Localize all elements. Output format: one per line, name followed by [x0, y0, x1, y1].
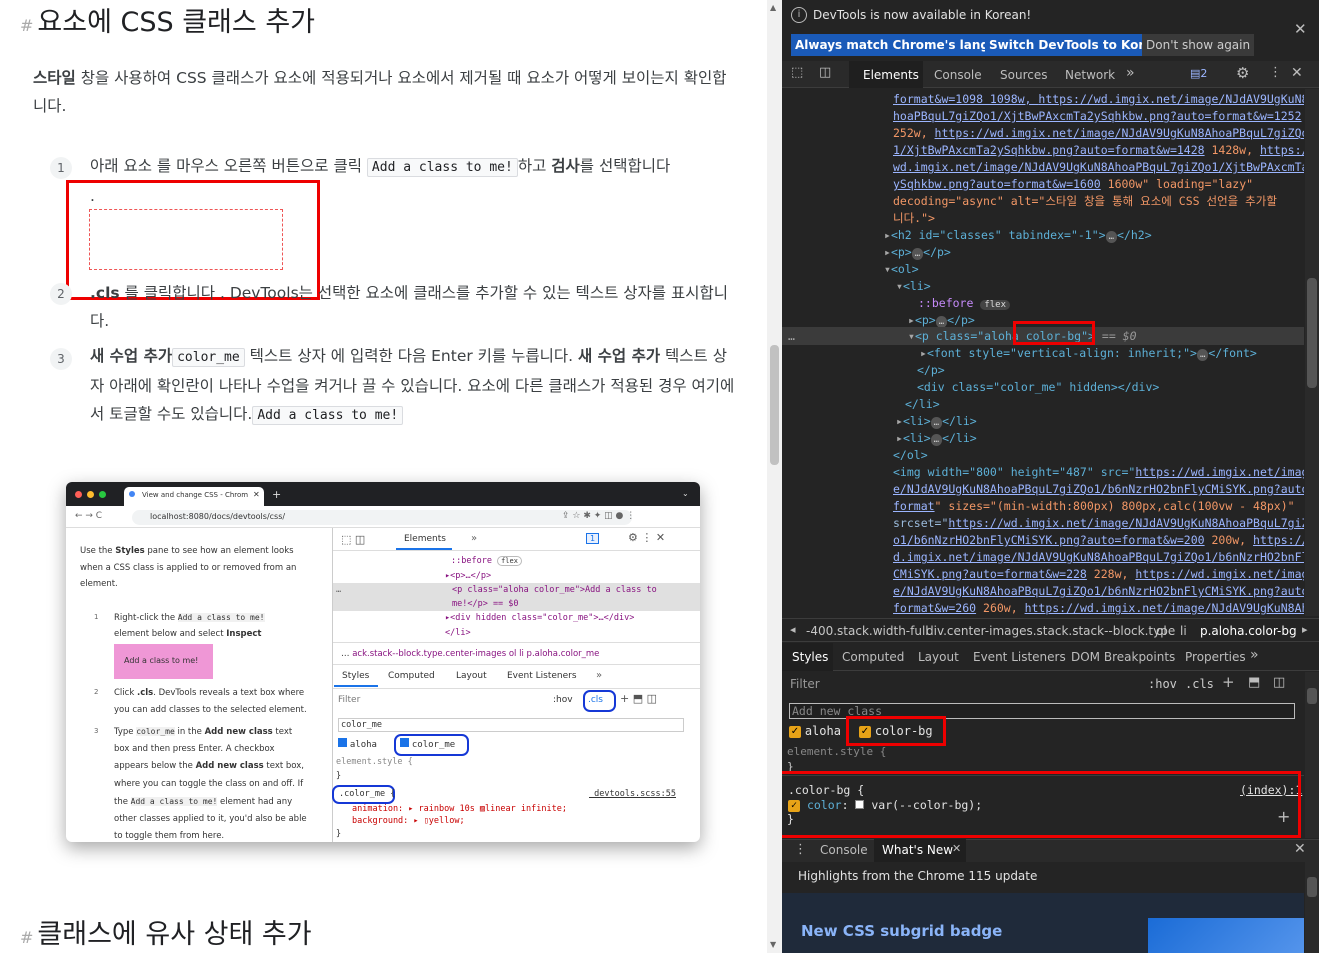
anchor-hash[interactable]: # — [20, 928, 33, 947]
css-declaration[interactable]: ✓ color: var(--color-bg); — [788, 798, 982, 812]
devtools-panel: i DevTools is now available in Korean! ✕… — [782, 0, 1319, 953]
tab-console[interactable]: Console — [934, 61, 982, 89]
close-icon[interactable]: ✕ — [1294, 20, 1307, 38]
step-2-text: .cls 를 클릭합니다 . DevTools는 선택한 요소에 클래스를 추가… — [90, 284, 729, 330]
step-number: 3 — [50, 348, 72, 370]
tab-dom-breakpoints[interactable]: DOM Breakpoints — [1071, 643, 1175, 671]
anchor-hash[interactable]: # — [20, 16, 33, 35]
class-toggle-aloha[interactable]: ✓ aloha — [789, 724, 841, 738]
step-number: 2 — [50, 283, 72, 305]
tutorial-screenshot: View and change CSS - Chrom ✕ + ⌄ ← → C … — [66, 482, 700, 842]
tab-layout[interactable]: Layout — [918, 643, 959, 671]
tab-computed[interactable]: Computed — [842, 643, 904, 671]
article-page: # 요소에 CSS 클래스 추가 스타일 창을 사용하여 CSS 클래스가 요소에… — [0, 0, 767, 953]
section-heading: # 요소에 CSS 클래스 추가 — [20, 7, 316, 38]
news-banner-image — [1148, 918, 1304, 953]
hov-button[interactable]: :hov — [1148, 677, 1177, 691]
tab-styles[interactable]: Styles — [792, 643, 828, 671]
breadcrumb[interactable]: -400.stack.width-full — [806, 624, 929, 638]
rule-source-link[interactable]: (index):1 — [1240, 783, 1302, 797]
step-3-text: 새 수업 추가 color_me 텍스트 상자 에 입력한 다음 Enter 키를… — [90, 347, 735, 425]
language-notice: DevTools is now available in Korean! — [813, 8, 1032, 22]
url-bar: localhost:8080/docs/devtools/css/ — [150, 512, 286, 521]
tab-elements[interactable]: Elements — [863, 61, 919, 89]
issues-badge[interactable]: ▤2 — [1190, 67, 1207, 80]
styles-filter-input[interactable]: Filter — [790, 677, 820, 691]
info-icon: i — [791, 7, 807, 23]
breadcrumb[interactable]: ol — [1156, 624, 1167, 638]
close-tab-icon[interactable]: ✕ — [952, 842, 961, 855]
selected-dom-node[interactable]: ▾<p class="aloha color-bg"> == $0 — [782, 328, 1304, 345]
dont-show-button[interactable]: Don't show again — [1142, 34, 1255, 56]
cls-button[interactable]: .cls — [1185, 677, 1214, 691]
dom-scroll-thumb[interactable] — [1307, 278, 1317, 388]
breadcrumb[interactable]: li — [1180, 624, 1187, 638]
breadcrumb-active[interactable]: p.aloha.color-bg — [1200, 624, 1297, 638]
drawer-tab-console[interactable]: Console — [820, 836, 868, 864]
add-class-target-element[interactable] — [89, 209, 283, 270]
drawer-tab-whats-new[interactable]: What's New — [882, 836, 953, 864]
kebab-menu-icon[interactable]: ⋮ — [1269, 65, 1282, 80]
add-property-icon[interactable]: + — [1277, 807, 1290, 826]
step-1-text: 아래 요소 를 마우스 오른쪽 버튼으로 클릭 Add a class to m… — [90, 157, 671, 205]
screen: # 요소에 CSS 클래스 추가 스타일 창을 사용하여 CSS 클래스가 요소에… — [0, 0, 1319, 953]
styles-scroll-thumb[interactable] — [1307, 688, 1317, 704]
drawer-menu-icon[interactable]: ⋮ — [794, 842, 807, 857]
breadcrumb[interactable]: div.center-images.stack.stack--block.typ… — [926, 624, 1175, 638]
close-devtools-icon[interactable]: ✕ — [1291, 65, 1303, 81]
page-scrollbar[interactable]: ▲ ▼ — [767, 0, 782, 953]
device-toolbar-icon[interactable]: ◫ — [819, 65, 831, 80]
scroll-thumb[interactable] — [770, 345, 779, 465]
class-toggle-color-bg[interactable]: ✓ color-bg — [859, 724, 933, 738]
browser-tab-title: View and change CSS - Chrom — [142, 491, 249, 499]
tab-event-listeners[interactable]: Event Listeners — [973, 643, 1066, 671]
paint-icon[interactable]: ⬒ — [1248, 675, 1260, 690]
dom-tree: format&w=1098 1098w, https://wd.imgix.ne… — [782, 89, 1304, 616]
css-rule-selector[interactable]: .color-bg { — [788, 783, 864, 797]
intro-paragraph: 스타일 창을 사용하여 CSS 클래스가 요소에 적용되거나 요소에서 제거될 … — [33, 69, 727, 115]
tab-properties[interactable]: Properties — [1185, 643, 1246, 671]
section-heading-2: # 클래스에 유사 상태 추가 — [20, 919, 312, 950]
new-rule-icon[interactable]: + — [1222, 673, 1235, 691]
more-tabs-icon[interactable]: » — [1126, 65, 1135, 81]
inspect-icon[interactable]: ⬚ — [791, 65, 803, 80]
settings-gear-icon[interactable]: ⚙ — [1236, 64, 1249, 82]
close-drawer-icon[interactable]: ✕ — [1294, 841, 1306, 857]
more-tabs-icon[interactable]: » — [1250, 647, 1259, 663]
tab-network[interactable]: Network — [1065, 61, 1115, 89]
tab-sources[interactable]: Sources — [1000, 61, 1047, 89]
news-link[interactable]: New CSS subgrid badge — [801, 922, 1002, 940]
whats-new-heading: Highlights from the Chrome 115 update — [798, 869, 1038, 883]
step-number: 1 — [50, 157, 72, 179]
sidebar-toggle-icon[interactable]: ◫ — [1273, 675, 1285, 690]
